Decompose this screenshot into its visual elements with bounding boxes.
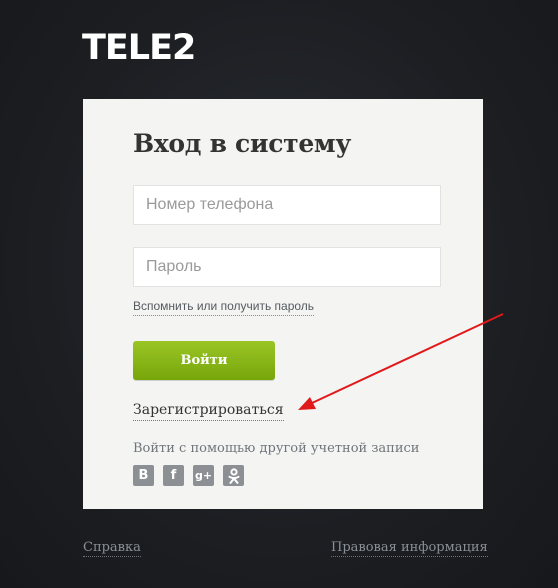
- social-login-title: Войти с помощью другой учетной записи: [133, 441, 420, 456]
- login-button[interactable]: Войти: [133, 341, 275, 380]
- phone-input[interactable]: [133, 185, 441, 225]
- google-plus-icon[interactable]: g+: [193, 465, 214, 486]
- register-link[interactable]: Зарегистрироваться: [133, 402, 284, 421]
- vk-icon[interactable]: B: [133, 465, 154, 486]
- social-login-list: B f g+: [133, 465, 244, 486]
- help-link[interactable]: Справка: [83, 540, 141, 557]
- facebook-icon[interactable]: f: [163, 465, 184, 486]
- password-input[interactable]: [133, 247, 441, 287]
- tele2-logo: TELE2: [82, 28, 196, 68]
- odnoklassniki-icon[interactable]: [223, 465, 244, 486]
- page-title: Вход в систему: [133, 129, 352, 158]
- login-card: Вход в систему Вспомнить или получить па…: [83, 99, 483, 509]
- odnoklassniki-glyph: [228, 467, 239, 484]
- forgot-password-link[interactable]: Вспомнить или получить пароль: [133, 299, 315, 316]
- legal-info-link[interactable]: Правовая информация: [331, 540, 488, 557]
